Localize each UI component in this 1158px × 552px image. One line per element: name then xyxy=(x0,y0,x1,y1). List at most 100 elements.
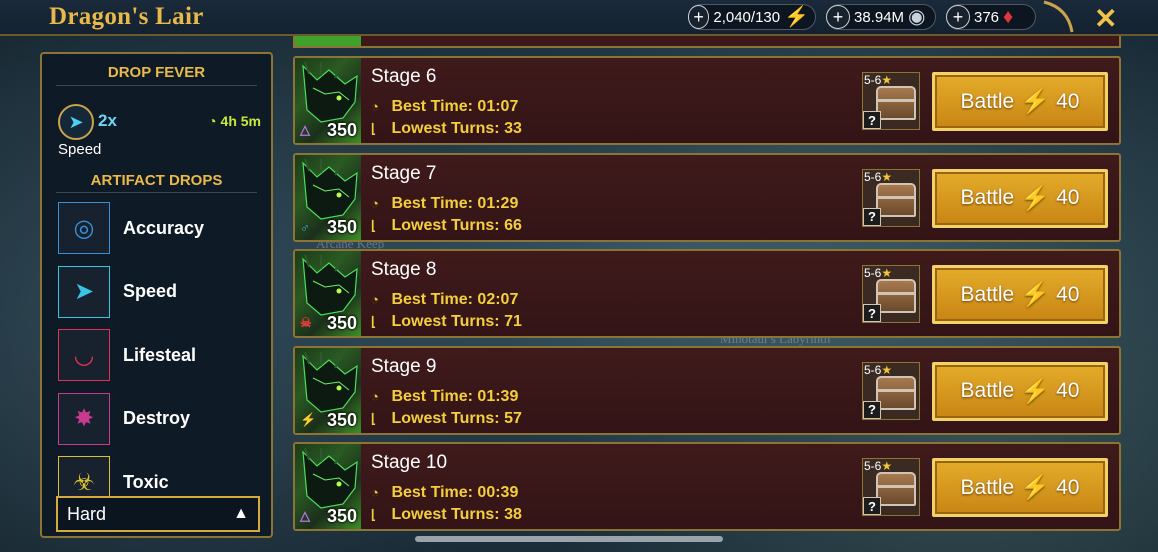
clock-icon: ◔ xyxy=(371,485,379,500)
best-time-value: 02:07 xyxy=(477,291,519,308)
turns-icon: ⌊ xyxy=(371,507,377,522)
boss-portrait: △ 350 xyxy=(295,58,361,143)
loot-chest-button[interactable]: 5-6★ ? xyxy=(862,168,920,227)
lowest-turns-value: 33 xyxy=(504,120,522,137)
add-silver-button[interactable]: + xyxy=(826,5,850,29)
bow-ornament-icon xyxy=(1043,0,1074,33)
stage-name: Stage 9 xyxy=(371,355,437,377)
best-time: ◔ Best Time: 00:39 xyxy=(371,484,518,502)
accuracy-icon: ◎ xyxy=(58,202,110,254)
star-icon: ★ xyxy=(881,73,893,87)
lowest-turns: ⌊ Lowest Turns: 66 xyxy=(371,217,522,235)
star-icon: ★ xyxy=(881,169,893,184)
lowest-turns-label: Lowest Turns: xyxy=(391,120,500,137)
horizontal-scrollbar[interactable] xyxy=(415,536,723,542)
clock-icon: ◔ xyxy=(371,292,379,307)
clock-icon: ◔ xyxy=(208,113,217,129)
battle-button[interactable]: Battle ⚡ 40 xyxy=(932,168,1108,228)
best-time-label: Best Time: xyxy=(391,484,473,501)
loot-chest-button[interactable]: 5-6★ ? xyxy=(862,458,920,516)
gem-icon: ♦ xyxy=(1003,6,1014,28)
best-time-value: 01:39 xyxy=(477,387,519,405)
energy-icon: ⚡ xyxy=(784,6,809,28)
loot-chest-button[interactable]: 5-6★ ? xyxy=(862,265,920,323)
battle-button[interactable]: Battle ⚡ 40 xyxy=(932,361,1108,421)
chest-icon xyxy=(876,86,916,120)
divider xyxy=(56,85,257,86)
best-time-value: 01:07 xyxy=(477,98,519,115)
energy-value: 2,040/130 xyxy=(713,8,781,26)
affinity-icon: △ xyxy=(300,508,310,523)
chest-icon xyxy=(876,472,916,506)
artifact-drop-item[interactable]: ➤ Speed xyxy=(58,265,263,318)
stage-row[interactable]: △ 350 Stage 10 ◔ Best Time: 00:39 ⌊ Lowe… xyxy=(293,442,1121,531)
lowest-turns-value: 38 xyxy=(504,506,522,523)
turns-icon: ⌊ xyxy=(371,410,377,426)
question-mark-icon: ? xyxy=(863,111,881,129)
loot-chest-button[interactable]: 5-6★ ? xyxy=(862,72,920,130)
best-time-value: 01:29 xyxy=(477,194,519,212)
energy-icon: ⚡ xyxy=(1020,474,1051,501)
battle-button[interactable]: Battle ⚡ 40 xyxy=(932,72,1108,131)
boss-portrait: △ 350 xyxy=(295,444,361,529)
add-gems-button[interactable]: + xyxy=(946,5,970,29)
turns-icon: ⌊ xyxy=(371,314,377,329)
lowest-turns: ⌊ Lowest Turns: 57 xyxy=(371,410,522,428)
best-time: ◔ Best Time: 01:39 xyxy=(371,388,518,406)
energy-cost: 40 xyxy=(1056,186,1080,209)
battle-label: Battle xyxy=(960,475,1015,499)
stage-row[interactable]: ⚡ 350 Stage 9 ◔ Best Time: 01:39 ⌊ Lowes… xyxy=(293,345,1121,435)
lowest-turns-label: Lowest Turns: xyxy=(391,506,500,523)
stage-name: Stage 8 xyxy=(371,259,437,280)
artifact-drop-label: Lifesteal xyxy=(123,344,197,365)
page-title: Dragon's Lair xyxy=(49,3,204,30)
best-time-label: Best Time: xyxy=(391,291,473,308)
loot-star-range: 5-6★ xyxy=(864,170,892,184)
star-icon: ★ xyxy=(881,266,893,280)
speed-set-icon[interactable]: ➤ xyxy=(58,104,94,140)
stage-list[interactable]: △ 350 Stage 6 ◔ Best Time: 01:07 ⌊ Lowes… xyxy=(293,36,1121,534)
loot-stars-value: 5-6 xyxy=(864,266,882,280)
energy-icon: ⚡ xyxy=(1020,184,1051,212)
lowest-turns-label: Lowest Turns: xyxy=(391,313,500,330)
divider xyxy=(56,192,257,193)
drop-fever-timer-value: 4h 5m xyxy=(220,113,261,129)
loot-chest-button[interactable]: 5-6★ ? xyxy=(862,361,920,420)
boss-level: 350 xyxy=(326,506,357,526)
destroy-icon: ✸ xyxy=(58,392,110,445)
gem-value: 376 xyxy=(974,8,1000,26)
lowest-turns-value: 57 xyxy=(504,409,522,427)
boss-level: 350 xyxy=(326,120,357,140)
stage-5-partial-row xyxy=(293,36,1121,48)
loot-stars-value: 5-6 xyxy=(864,169,882,184)
turns-icon: ⌊ xyxy=(371,121,377,136)
difficulty-select[interactable]: Hard ▲ xyxy=(56,496,260,532)
affinity-icon: ☠ xyxy=(300,315,312,330)
lifesteal-icon: ◡ xyxy=(58,329,110,381)
artifact-drops-list: ◎ Accuracy ➤ Speed ◡ Lifesteal ✸ Destroy ☣ Toxic xyxy=(58,202,263,520)
question-mark-icon: ? xyxy=(863,207,881,226)
clock-icon: ◔ xyxy=(371,388,379,404)
add-energy-button[interactable]: + xyxy=(688,5,710,29)
loot-stars-value: 5-6 xyxy=(864,73,882,87)
artifact-drop-item[interactable]: ◎ Accuracy xyxy=(58,202,263,254)
close-button[interactable]: ✕ xyxy=(1094,2,1117,35)
battle-button[interactable]: Battle ⚡ 40 xyxy=(932,265,1108,324)
artifact-drop-label: Speed xyxy=(123,281,178,301)
loot-star-range: 5-6★ xyxy=(864,73,892,87)
stage-row[interactable]: △ 350 Stage 6 ◔ Best Time: 01:07 ⌊ Lowes… xyxy=(293,56,1121,145)
stage-row[interactable]: ☠ 350 Stage 8 ◔ Best Time: 02:07 ⌊ Lowes… xyxy=(293,249,1121,338)
silver-value: 38.94M xyxy=(854,8,905,26)
energy-cost: 40 xyxy=(1056,379,1080,402)
star-icon: ★ xyxy=(881,362,893,377)
drop-fever-row: ➤ 2x ◔ 4h 5m xyxy=(58,104,263,140)
energy-icon: ⚡ xyxy=(1020,88,1051,115)
clock-icon: ◔ xyxy=(371,195,379,211)
stage-row[interactable]: ♂ 350 Stage 7 ◔ Best Time: 01:29 ⌊ Lowes… xyxy=(293,152,1121,242)
battle-button[interactable]: Battle ⚡ 40 xyxy=(932,458,1108,517)
best-time-label: Best Time: xyxy=(391,387,473,405)
artifact-drop-item[interactable]: ◡ Lifesteal xyxy=(58,329,263,381)
loot-star-range: 5-6★ xyxy=(864,363,892,377)
artifact-drop-item[interactable]: ✸ Destroy xyxy=(58,392,263,445)
artifact-drops-heading: ARTIFACT DROPS xyxy=(90,172,223,189)
